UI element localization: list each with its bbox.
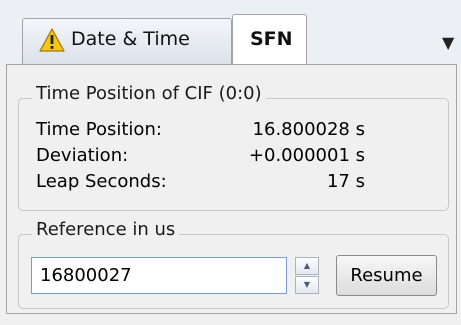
time-position-value: 16.800028 s (252, 119, 365, 140)
deviation-label: Deviation: (36, 145, 129, 166)
warning-icon (39, 28, 65, 52)
tab-sfn[interactable]: SFN (232, 14, 307, 65)
cif-group-title: Time Position of CIF (0:0) (32, 83, 266, 104)
spin-down-icon[interactable]: ▼ (295, 276, 319, 294)
leap-seconds-value: 17 s (326, 171, 365, 192)
reference-group-title: Reference in us (32, 219, 180, 240)
tab-sfn-label: SFN (250, 28, 293, 50)
spin-up-icon[interactable]: ▲ (295, 257, 319, 275)
time-position-label: Time Position: (36, 119, 162, 140)
leap-seconds-label: Leap Seconds: (36, 171, 167, 192)
tab-menu-chevron-icon[interactable]: ▼ (442, 33, 454, 52)
reference-input[interactable] (31, 257, 287, 294)
reference-spinner: ▲ ▼ (295, 257, 319, 294)
tab-date-time[interactable]: Date & Time (22, 18, 232, 64)
tab-bar: Date & Time SFN ▼ (0, 0, 461, 65)
resume-button[interactable]: Resume (336, 255, 437, 296)
tab-date-time-label: Date & Time (71, 28, 190, 50)
deviation-value: +0.000001 s (248, 145, 365, 166)
